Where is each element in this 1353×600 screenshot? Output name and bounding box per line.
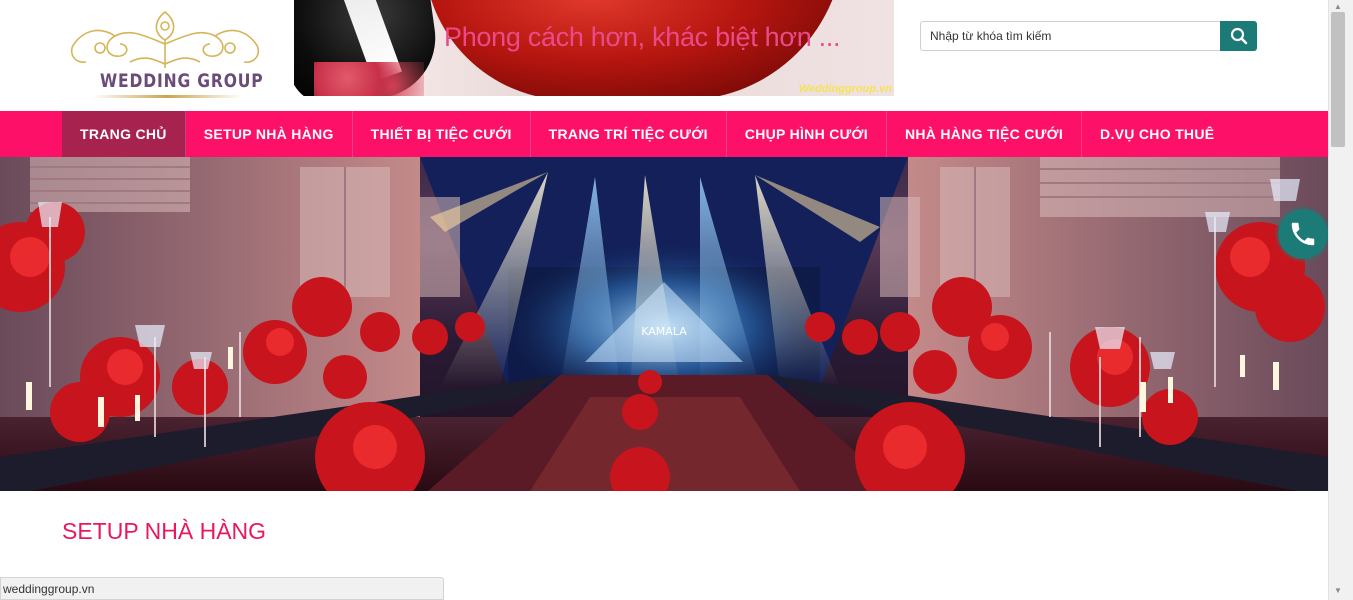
- scroll-down-arrow-icon[interactable]: ▼: [1333, 586, 1343, 596]
- header-banner[interactable]: Phong cách hơn, khác biệt hơn ... Weddin…: [294, 0, 894, 96]
- section-title: SETUP NHÀ HÀNG: [62, 518, 267, 544]
- logo-ornament-icon: [70, 10, 260, 68]
- browser-status-bar: weddinggroup.vn: [0, 577, 444, 600]
- search-icon: [1230, 27, 1247, 45]
- nav-item-dich-vu-cho-thue[interactable]: D.VỤ CHO THUÊ: [1082, 111, 1232, 157]
- nav-item-thiet-bi-tiec-cuoi[interactable]: THIẾT BỊ TIỆC CƯỚI: [353, 111, 531, 157]
- logo[interactable]: WEDDING GROUP: [60, 6, 270, 102]
- hero-image: KAMALA: [0, 157, 1328, 491]
- nav-item-trang-chu[interactable]: TRANG CHỦ: [62, 111, 186, 157]
- nav-item-chup-hinh-cuoi[interactable]: CHỤP HÌNH CƯỚI: [727, 111, 887, 157]
- nav-item-trang-tri-tiec-cuoi[interactable]: TRANG TRÍ TIỆC CƯỚI: [531, 111, 727, 157]
- search-form: [920, 21, 1257, 51]
- logo-underline: [92, 95, 242, 98]
- page-scrollbar[interactable]: ▲ ▼: [1328, 0, 1353, 600]
- banner-slogan: Phong cách hơn, khác biệt hơn ...: [444, 22, 841, 52]
- hero-stage-text: KAMALA: [641, 325, 687, 338]
- search-button[interactable]: [1220, 21, 1257, 51]
- logo-text: WEDDING GROUP: [100, 70, 264, 92]
- nav-item-nha-hang-tiec-cuoi[interactable]: NHÀ HÀNG TIỆC CƯỚI: [887, 111, 1083, 157]
- hero-slider[interactable]: KAMALA: [0, 157, 1328, 491]
- banner-rose-graphic: [314, 62, 424, 96]
- search-input[interactable]: [920, 21, 1221, 51]
- scrollbar-thumb[interactable]: [1331, 12, 1345, 147]
- main-nav: TRANG CHỦ SETUP NHÀ HÀNG THIẾT BỊ TIỆC C…: [0, 111, 1328, 157]
- nav-item-setup-nha-hang[interactable]: SETUP NHÀ HÀNG: [186, 111, 353, 157]
- phone-icon: [1291, 222, 1315, 246]
- site-header: WEDDING GROUP Phong cách hơn, khác biệt …: [0, 0, 1328, 111]
- scroll-up-arrow-icon[interactable]: ▲: [1333, 2, 1343, 12]
- banner-watermark: Weddinggroup.vn: [798, 83, 892, 95]
- call-button[interactable]: [1278, 209, 1328, 259]
